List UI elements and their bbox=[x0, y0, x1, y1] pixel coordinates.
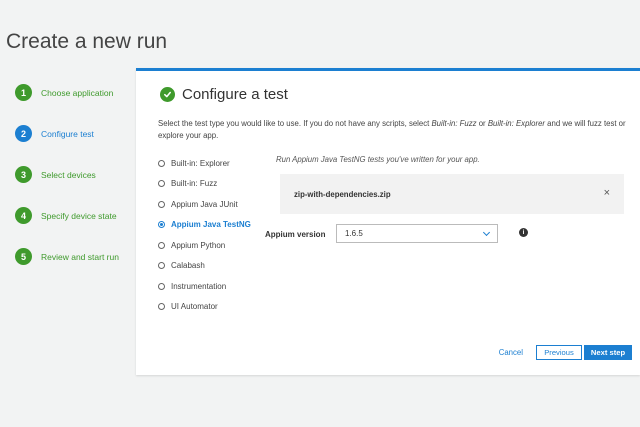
step-label: Choose application bbox=[41, 87, 114, 98]
radio-calabash[interactable]: Calabash bbox=[158, 256, 251, 277]
step-number: 4 bbox=[15, 207, 32, 224]
chevron-down-icon bbox=[482, 228, 491, 237]
radio-appium-java-testng[interactable]: Appium Java TestNG bbox=[158, 215, 251, 236]
step-review-and-start-run[interactable]: 5 Review and start run bbox=[15, 236, 135, 277]
radio-builtin-explorer[interactable]: Built-in: Explorer bbox=[158, 153, 251, 174]
next-step-button[interactable]: Next step bbox=[584, 345, 632, 360]
step-configure-test[interactable]: 2 Configure test bbox=[15, 113, 135, 154]
uploaded-file-box: zip-with-dependencies.zip × bbox=[280, 174, 624, 214]
radio-circle-icon[interactable] bbox=[158, 200, 165, 208]
step-number: 2 bbox=[15, 125, 32, 142]
radio-label: Built-in: Fuzz bbox=[171, 179, 218, 189]
uploaded-file-name: zip-with-dependencies.zip bbox=[294, 189, 391, 199]
radio-circle-icon[interactable] bbox=[158, 221, 165, 229]
appium-version-select[interactable]: 1.6.5 bbox=[336, 224, 498, 243]
radio-circle-icon[interactable] bbox=[158, 180, 165, 188]
radio-label: UI Automator bbox=[171, 302, 218, 312]
step-label: Configure test bbox=[41, 128, 94, 139]
step-select-devices[interactable]: 3 Select devices bbox=[15, 154, 135, 195]
test-type-description: Select the test type you would like to u… bbox=[158, 119, 626, 140]
panel-title: Configure a test bbox=[182, 86, 288, 103]
info-icon[interactable]: i bbox=[519, 228, 528, 237]
appium-version-label: Appium version bbox=[265, 230, 326, 239]
radio-ui-automator[interactable]: UI Automator bbox=[158, 297, 251, 318]
step-specify-device-state[interactable]: 4 Specify device state bbox=[15, 195, 135, 236]
radio-circle-icon[interactable] bbox=[158, 282, 165, 290]
page-title: Create a new run bbox=[6, 30, 168, 53]
panel-footer: Cancel Previous Next step bbox=[499, 345, 632, 360]
step-label: Review and start run bbox=[41, 251, 119, 262]
wizard-steps: 1 Choose application 2 Configure test 3 … bbox=[15, 72, 135, 277]
step-number: 5 bbox=[15, 248, 32, 265]
radio-label: Appium Java JUnit bbox=[171, 199, 238, 209]
radio-label: Appium Python bbox=[171, 240, 226, 250]
radio-label: Calabash bbox=[171, 261, 205, 271]
configure-test-panel: Configure a test Select the test type yo… bbox=[136, 68, 640, 375]
radio-circle-icon[interactable] bbox=[158, 159, 165, 167]
radio-circle-icon[interactable] bbox=[158, 241, 165, 249]
step-label: Select devices bbox=[41, 169, 96, 180]
cancel-link[interactable]: Cancel bbox=[499, 348, 523, 357]
radio-appium-java-junit[interactable]: Appium Java JUnit bbox=[158, 194, 251, 215]
run-description: Run Appium Java TestNG tests you've writ… bbox=[276, 155, 480, 164]
radio-appium-python[interactable]: Appium Python bbox=[158, 235, 251, 256]
step-number: 1 bbox=[15, 84, 32, 101]
radio-builtin-fuzz[interactable]: Built-in: Fuzz bbox=[158, 174, 251, 195]
radio-label: Instrumentation bbox=[171, 281, 227, 291]
step-label: Specify device state bbox=[41, 210, 117, 221]
step-choose-application[interactable]: 1 Choose application bbox=[15, 72, 135, 113]
close-icon[interactable]: × bbox=[604, 187, 610, 199]
panel-header: Configure a test bbox=[160, 86, 288, 103]
appium-version-value: 1.6.5 bbox=[345, 229, 363, 238]
radio-label: Built-in: Explorer bbox=[171, 158, 230, 168]
radio-instrumentation[interactable]: Instrumentation bbox=[158, 276, 251, 297]
step-number: 3 bbox=[15, 166, 32, 183]
radio-circle-icon[interactable] bbox=[158, 262, 165, 270]
check-circle-icon bbox=[160, 87, 175, 102]
previous-button[interactable]: Previous bbox=[536, 345, 582, 360]
radio-label: Appium Java TestNG bbox=[171, 220, 251, 230]
radio-circle-icon[interactable] bbox=[158, 303, 165, 311]
test-type-radio-group: Built-in: Explorer Built-in: Fuzz Appium… bbox=[158, 153, 251, 317]
